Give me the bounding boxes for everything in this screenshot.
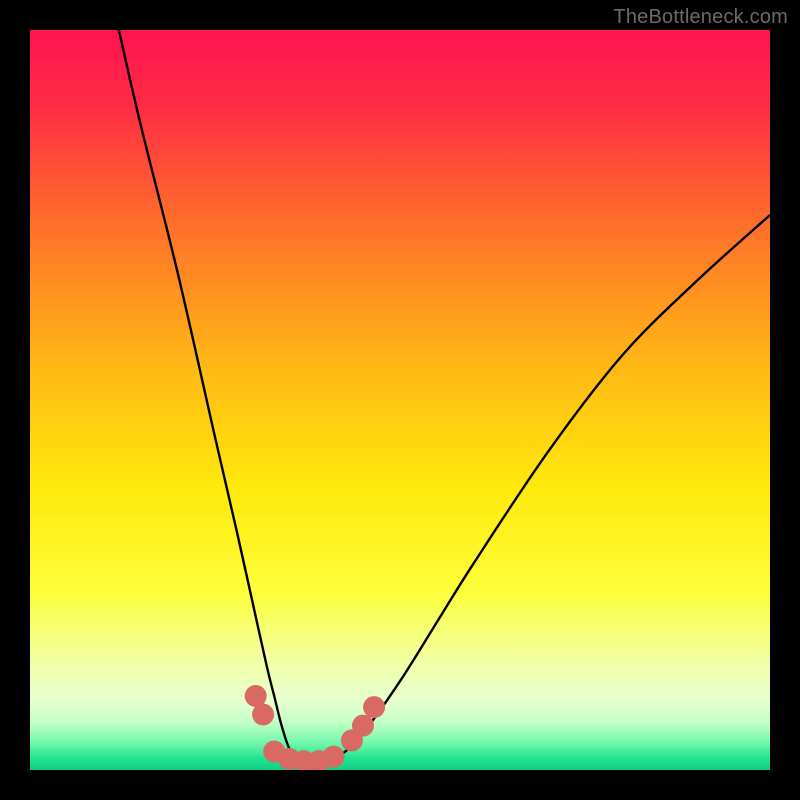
marker-dot: [352, 715, 374, 737]
gradient-background: [30, 30, 770, 770]
marker-dot: [363, 696, 385, 718]
chart-svg: [30, 30, 770, 770]
plot-area: [30, 30, 770, 770]
marker-dot: [322, 746, 344, 768]
marker-dot: [252, 704, 274, 726]
watermark-text: TheBottleneck.com: [613, 6, 788, 29]
chart-frame: TheBottleneck.com: [0, 0, 800, 800]
